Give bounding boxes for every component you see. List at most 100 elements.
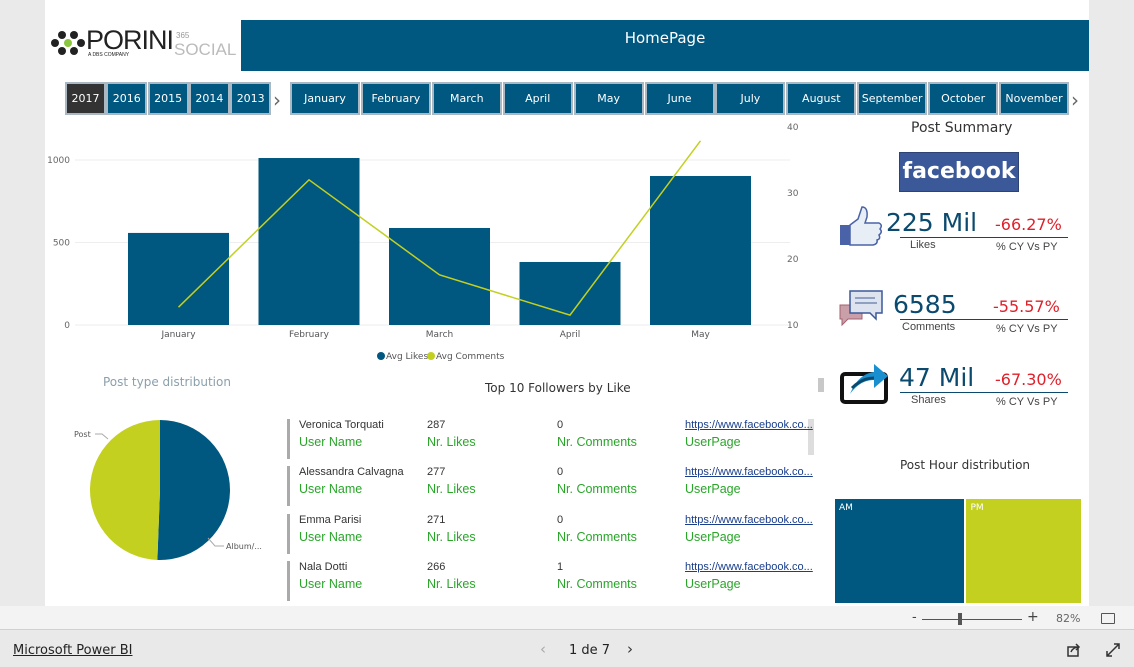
kpi-value: 225 Mil	[886, 208, 978, 237]
summary-title: Post Summary	[911, 120, 1013, 136]
user-name-label: User Name	[299, 529, 363, 544]
left-axis-tick: 1000	[47, 156, 70, 166]
month-button-january[interactable]: January	[290, 82, 360, 115]
month-button-may[interactable]: May	[573, 82, 644, 115]
pie-label-post: Post	[74, 430, 91, 439]
porini-logo: PORINI A DBS COMPANY 365 SOCIAL	[50, 25, 236, 63]
kpi-divider	[900, 392, 1068, 393]
user-name: Veronica Torquati	[299, 419, 384, 431]
fit-page-icon[interactable]	[1101, 613, 1115, 624]
kpi-pct-change: -55.57%	[993, 297, 1060, 316]
x-axis-tick: April	[560, 330, 581, 340]
next-page-icon[interactable]: ›	[627, 640, 633, 658]
powerbi-link[interactable]: Microsoft Power BI	[13, 643, 132, 658]
treemap-tile-am[interactable]: AM	[835, 499, 967, 603]
user-name: Nala Dotti	[299, 560, 348, 573]
pie-leader	[207, 537, 224, 547]
pie-label-album: Album/...	[226, 542, 262, 551]
kpi-divider	[900, 237, 1068, 238]
month-button-september[interactable]: September	[857, 82, 928, 115]
share-icon[interactable]	[1067, 643, 1081, 657]
year-button-2014[interactable]: 2014	[188, 82, 230, 115]
kpi-label: Shares	[911, 394, 946, 406]
year-button-2016[interactable]: 2016	[106, 82, 148, 115]
likes-label: Nr. Likes	[427, 435, 476, 449]
kpi-label: Comments	[902, 321, 956, 333]
kpi-value: 47 Mil	[899, 363, 975, 392]
treemap-label: PM	[970, 503, 984, 513]
kpi-pct-change: -67.30%	[995, 370, 1062, 389]
kpi-pct-label: % CY Vs PY	[996, 241, 1058, 253]
kpi-value: 6585	[893, 290, 957, 319]
user-page-label: UserPage	[685, 482, 741, 497]
likes-label: Nr. Likes	[427, 529, 476, 544]
right-axis-tick: 30	[787, 189, 799, 199]
left-axis-tick: 500	[53, 239, 70, 249]
follower-row[interactable]: Emma Parisi User Name 271 Nr. Likes 0 Nr. C…	[287, 513, 813, 554]
zoom-slider[interactable]	[922, 619, 1022, 620]
follower-row[interactable]: Nala Dotti User Name 266 Nr. Likes 1 Nr. Co…	[287, 560, 813, 601]
zoom-in-button[interactable]: +	[1027, 609, 1039, 625]
page-indicator: 1 de 7	[569, 643, 611, 658]
user-page-link[interactable]: https://www.facebook.co...	[685, 561, 813, 573]
month-button-april[interactable]: April	[502, 82, 573, 115]
comments-count: 0	[557, 419, 564, 431]
likes-count: 277	[427, 466, 446, 479]
comments-label: Nr. Comments	[557, 482, 637, 497]
comments-label: Nr. Comments	[557, 435, 637, 449]
user-page-link[interactable]: https://www.facebook.co...	[685, 419, 813, 431]
post-type-pie: Post Album/...	[74, 420, 262, 560]
user-page-label: UserPage	[685, 529, 741, 544]
likes-count: 287	[427, 419, 446, 431]
user-page-label: UserPage	[685, 576, 741, 591]
bar-avg-likes[interactable]	[258, 158, 360, 325]
month-button-june[interactable]: June	[644, 82, 715, 115]
user-page-label: UserPage	[685, 435, 741, 449]
right-axis-tick: 10	[787, 321, 799, 331]
legend-avg-likes-marker	[377, 352, 385, 360]
bar-avg-likes[interactable]	[650, 176, 751, 325]
likes-comments-chart: 0 500 1000 10 20 30 40 January February March Apri…	[47, 123, 799, 362]
post-hour-treemap: AM PM	[835, 499, 1083, 603]
years-next-icon[interactable]: ›	[273, 88, 281, 112]
prev-page-icon[interactable]: ‹	[540, 640, 546, 658]
year-button-2013[interactable]: 2013	[230, 82, 272, 115]
months-next-icon[interactable]: ›	[1071, 88, 1079, 112]
comments-count: 1	[557, 560, 564, 573]
comments-count: 0	[557, 513, 564, 526]
pie-slice-post[interactable]	[90, 420, 160, 560]
pie-slice-album[interactable]	[157, 420, 231, 560]
month-button-october[interactable]: October	[928, 82, 999, 115]
likes-label: Nr. Likes	[427, 482, 476, 497]
user-page-link[interactable]: https://www.facebook.co...	[685, 466, 813, 478]
thumbs-up-icon	[838, 205, 884, 251]
bar-avg-likes[interactable]	[389, 227, 490, 325]
month-button-march[interactable]: March	[431, 82, 502, 115]
month-button-february[interactable]: February	[360, 82, 431, 115]
bar-avg-likes[interactable]	[128, 232, 229, 325]
month-button-november[interactable]: November	[999, 82, 1069, 115]
follower-row[interactable]: Alessandra Calvagna User Name 277 Nr. Like…	[287, 466, 813, 507]
year-button-2017[interactable]: 2017	[65, 82, 106, 115]
fullscreen-icon[interactable]	[1106, 643, 1120, 657]
page-title: HomePage	[241, 20, 1089, 71]
month-button-july[interactable]: July	[715, 82, 786, 115]
followers-title: Top 10 Followers by Like	[485, 381, 631, 395]
comments-icon	[838, 287, 884, 333]
year-button-2015[interactable]: 2015	[147, 82, 189, 115]
legend-avg-comments-marker	[427, 352, 435, 360]
right-axis-tick: 40	[787, 123, 799, 133]
zoom-slider-handle[interactable]	[958, 613, 962, 625]
kpi-divider	[900, 319, 1068, 320]
scroll-up-handle[interactable]	[818, 378, 824, 392]
comments-count: 0	[557, 466, 564, 479]
follower-row[interactable]: Veronica Torquati User Name 287 Nr. Likes …	[287, 419, 813, 459]
month-button-august[interactable]: August	[786, 82, 857, 115]
x-axis-tick: February	[289, 330, 330, 340]
zoom-level: 82%	[1056, 612, 1081, 625]
zoom-out-button[interactable]: -	[912, 610, 917, 625]
treemap-tile-pm[interactable]: PM	[966, 499, 1083, 603]
right-axis-tick: 20	[787, 255, 799, 265]
user-page-link[interactable]: https://www.facebook.co...	[685, 514, 813, 526]
logo-mark-icon	[51, 31, 85, 55]
